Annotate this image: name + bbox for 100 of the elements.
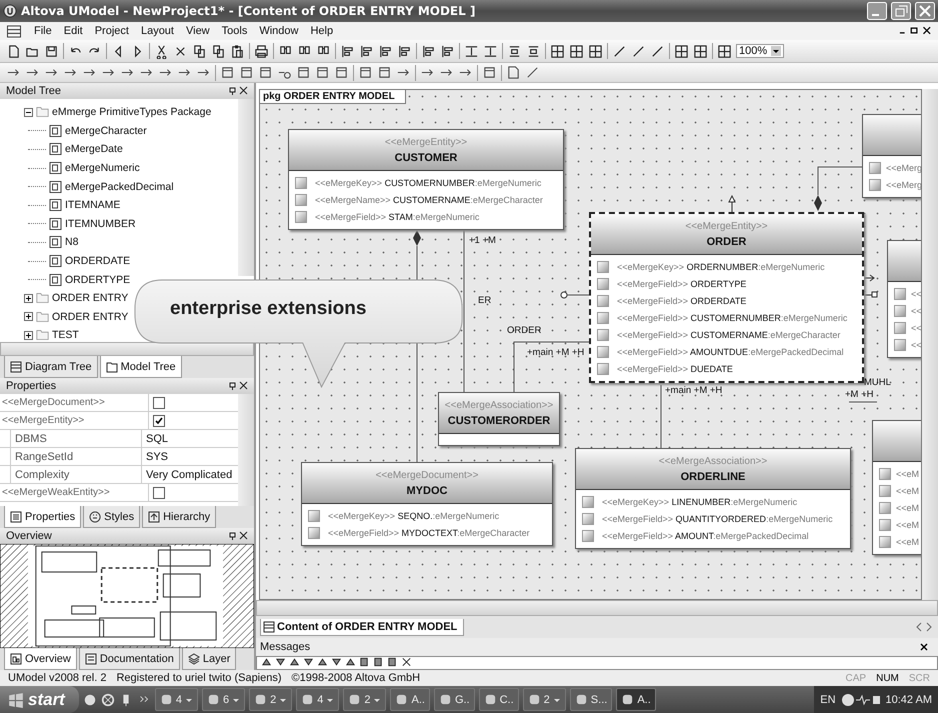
grid-icon[interactable]: [569, 44, 584, 58]
panel-tab[interactable]: Layer: [182, 648, 236, 670]
taskbar-button[interactable]: 4: [296, 688, 340, 711]
taskbar-button[interactable]: S...: [570, 688, 612, 711]
document-tab[interactable]: Content of ORDER ENTRY MODEL: [260, 618, 464, 636]
align-icon[interactable]: [440, 44, 455, 58]
tree-item[interactable]: eMergeNumeric: [65, 162, 140, 174]
class-icon[interactable]: [334, 65, 349, 80]
taskbar-button[interactable]: G..: [434, 688, 475, 711]
new-file-icon[interactable]: [6, 44, 21, 58]
tree-item[interactable]: eMmerge PrimitiveTypes Package: [52, 106, 212, 118]
class-icon[interactable]: [482, 65, 497, 80]
panel-tab[interactable]: Diagram Tree: [4, 356, 98, 378]
menu-item[interactable]: Project: [94, 25, 129, 37]
vertical-scrollbar[interactable]: [922, 89, 938, 600]
menu-item[interactable]: Layout: [140, 25, 174, 37]
tray-icon[interactable]: [840, 692, 881, 706]
page-icon[interactable]: [359, 657, 370, 667]
tree-item[interactable]: TEST: [52, 329, 79, 342]
page-icon[interactable]: [373, 657, 384, 667]
class-icon[interactable]: [239, 65, 254, 80]
panel-tab[interactable]: Properties: [4, 506, 82, 528]
tree-item[interactable]: N8: [65, 236, 78, 248]
vertical-scrollbar[interactable]: [238, 394, 254, 506]
tree-item[interactable]: ORDERDATE: [65, 255, 130, 268]
print-icon[interactable]: [254, 44, 269, 58]
size-icon[interactable]: [483, 44, 498, 58]
property-value[interactable]: Very Complicated: [146, 468, 232, 480]
copy-icon[interactable]: [192, 44, 207, 58]
panel-tab[interactable]: Documentation: [78, 648, 180, 670]
class-box[interactable]: [589, 212, 864, 383]
tree-item[interactable]: ITEMNAME: [65, 199, 120, 212]
tree-item[interactable]: eMergeCharacter: [65, 124, 147, 137]
vertical-scrollbar[interactable]: [238, 99, 254, 276]
class-box[interactable]: <<eMergeEntity>> CUSTOMER <<eMergeKey>> CUSTOMERNUMBER:eMergeNumeric <<eMergeName>> CUSTOMERNAME:eMergeCharacter <<eMergeField>> STAM:eMergeNumeric: [288, 129, 564, 230]
taskbar-button[interactable]: 2: [249, 688, 292, 711]
line-icon[interactable]: [631, 44, 646, 58]
grid-icon[interactable]: [550, 44, 565, 58]
line-icon[interactable]: [525, 65, 540, 80]
class-box[interactable]: <<eM <<eM <<eM <<eM <<eM: [872, 420, 921, 555]
align-icon[interactable]: [340, 44, 355, 58]
caret-icon[interactable]: [771, 46, 782, 56]
line-icon[interactable]: [612, 44, 627, 58]
menu-icon[interactable]: [6, 24, 22, 38]
expand-icon[interactable]: [24, 294, 33, 303]
paste-icon[interactable]: [230, 44, 245, 58]
taskbar-button[interactable]: A..: [616, 688, 656, 711]
taskbar-button[interactable]: 4: [154, 688, 198, 711]
language-indicator[interactable]: EN: [820, 694, 836, 706]
grid-icon[interactable]: [693, 44, 708, 58]
page-icon[interactable]: [387, 657, 398, 667]
panel-tab[interactable]: Hierarchy: [142, 506, 216, 528]
quick-launch-icon[interactable]: [100, 692, 115, 706]
save-icon[interactable]: [44, 44, 59, 58]
close-icon[interactable]: [401, 657, 412, 667]
class-icon[interactable]: [358, 65, 373, 80]
menu-item[interactable]: Tools: [222, 25, 248, 37]
tree-item[interactable]: eMergeDate: [65, 143, 123, 156]
class-icon[interactable]: [315, 65, 330, 80]
tree-item[interactable]: ITEMNUMBER: [65, 218, 136, 230]
note-icon[interactable]: [506, 65, 521, 80]
class-icon[interactable]: [220, 65, 235, 80]
quick-launch-icon[interactable]: [82, 692, 97, 706]
tree-item[interactable]: ORDER ENTRY: [52, 310, 128, 323]
align-icon[interactable]: [378, 44, 393, 58]
collapse-icon[interactable]: [24, 108, 33, 117]
checkbox[interactable]: [153, 486, 165, 498]
copy-icon[interactable]: [211, 44, 226, 58]
taskbar-button[interactable]: 2: [522, 688, 566, 711]
taskbar-button[interactable]: C..: [478, 688, 519, 711]
taskbar-button[interactable]: 6: [202, 688, 246, 711]
panel-tab[interactable]: Model Tree: [100, 356, 182, 378]
panel-tab[interactable]: Overview: [4, 648, 77, 670]
expand-icon[interactable]: [24, 330, 33, 340]
property-value[interactable]: SYS: [146, 450, 168, 462]
menu-item[interactable]: View: [186, 25, 210, 37]
tree-item[interactable]: ORDER ENTRY: [52, 292, 128, 304]
expand-icon[interactable]: [24, 312, 33, 322]
space-icon[interactable]: [507, 44, 522, 58]
tree-item[interactable]: eMergePackedDecimal: [65, 180, 174, 193]
class-icon[interactable]: [377, 65, 392, 80]
class-box[interactable]: <<eMergeAssociation>> ORDERLINE <<eMergeKey>> LINENUMBER:eMergeNumeric <<eMergeField>> QUANTITYORDERED:eMergeNumeric <<eMergeField>> AMOUNT:eMergePackedDecimal: [575, 448, 851, 549]
minimize-button[interactable]: [867, 2, 887, 20]
start-button[interactable]: start: [0, 686, 79, 713]
checkbox[interactable]: [153, 414, 165, 426]
property-value[interactable]: SQL: [146, 432, 168, 444]
class-box[interactable]: <<eMergeDocument>> MYDOC <<eMergeKey>> SEQNO.:eMergeNumeric <<eMergeField>> MYDOCTEXT:eMergeCharacter: [301, 462, 553, 546]
taskbar-button[interactable]: 2: [343, 688, 386, 711]
class-icon[interactable]: [296, 65, 311, 80]
panel-tab[interactable]: Styles: [83, 506, 140, 528]
grid-icon[interactable]: [674, 44, 689, 58]
taskbar-button[interactable]: A..: [390, 688, 430, 711]
zoom-dropdown[interactable]: 100%: [736, 44, 784, 58]
menu-item[interactable]: Window: [259, 25, 298, 37]
grid-icon[interactable]: [588, 44, 603, 58]
overview-drawing[interactable]: [0, 544, 254, 648]
tab-navigation-icon[interactable]: [914, 622, 934, 632]
horizontal-scrollbar[interactable]: [0, 342, 254, 356]
menu-item[interactable]: Edit: [64, 25, 83, 37]
class-icon[interactable]: [258, 65, 273, 80]
